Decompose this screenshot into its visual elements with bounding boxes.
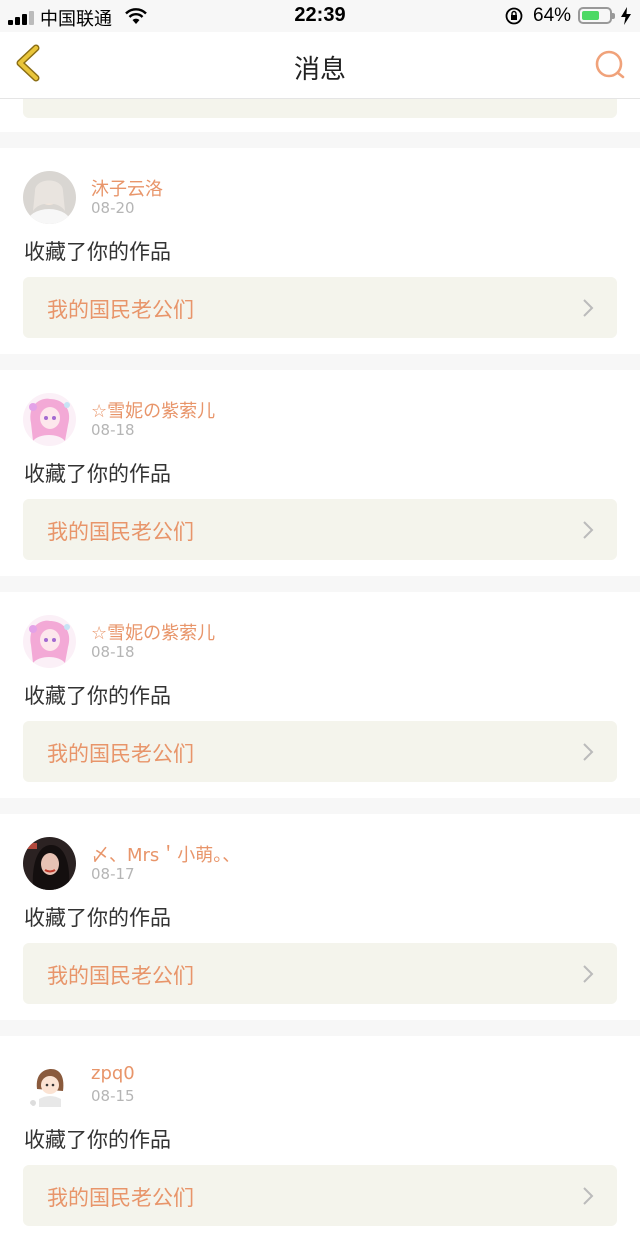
list-item-partial [0,99,640,132]
avatar[interactable] [23,615,76,668]
battery-percent: 64% [533,5,572,26]
charging-icon [621,7,631,25]
message-text: 收藏了你的作品 [24,906,171,930]
rotation-lock-icon [505,7,523,25]
work-title: 我的国民老公们 [47,1186,194,1210]
avatar[interactable] [23,837,76,890]
work-title: 我的国民老公们 [47,964,194,988]
work-title: 我的国民老公们 [47,298,194,322]
message-date: 08-15 [91,1087,135,1105]
user-name[interactable]: zpq0 [91,1063,135,1084]
user-name[interactable]: ☆雪妮の紫萦儿 [91,619,215,645]
work-card[interactable]: 我的国民老公们 [23,277,617,338]
message-date: 08-18 [91,643,135,661]
work-card[interactable]: 我的国民老公们 [23,1165,617,1226]
avatar[interactable] [23,393,76,446]
work-title: 我的国民老公们 [47,520,194,544]
chevron-right-icon [583,1187,594,1205]
message-date: 08-18 [91,421,135,439]
work-card[interactable]: 我的国民老公们 [23,943,617,1004]
chevron-right-icon [583,521,594,539]
chevron-right-icon [583,965,594,983]
message-list: 沐子云洛 08-20 收藏了你的作品 我的国民老公们 ☆雪妮の紫萦儿 08-18… [0,99,640,1242]
avatar[interactable] [23,171,76,224]
work-title: 我的国民老公们 [47,742,194,766]
message-item: ☆雪妮の紫萦儿 08-18 收藏了你的作品 我的国民老公们 [0,370,640,576]
message-text: 收藏了你的作品 [24,462,171,486]
search-icon[interactable] [590,46,630,86]
chevron-right-icon [583,299,594,317]
message-item: 沐子云洛 08-20 收藏了你的作品 我的国民老公们 [0,148,640,354]
nav-bar: 消息 [0,32,640,99]
user-name[interactable]: 沐子云洛 [91,175,163,201]
avatar[interactable] [23,1059,76,1112]
message-text: 收藏了你的作品 [24,240,171,264]
user-name[interactable]: ☆雪妮の紫萦儿 [91,397,215,423]
message-date: 08-17 [91,865,135,883]
work-card-partial[interactable] [23,99,617,118]
message-text: 收藏了你的作品 [24,684,171,708]
work-card[interactable]: 我的国民老公们 [23,721,617,782]
message-item: 〆、Mrs＇小萌。、 08-17 收藏了你的作品 我的国民老公们 [0,814,640,1020]
message-item: ☆雪妮の紫萦儿 08-18 收藏了你的作品 我的国民老公们 [0,592,640,798]
message-text: 收藏了你的作品 [24,1128,171,1152]
status-bar: 中国联通 22:39 64% [0,0,640,32]
user-name[interactable]: 〆、Mrs＇小萌。、 [91,841,240,867]
page-title: 消息 [293,55,346,85]
battery-icon [578,7,615,24]
work-card[interactable]: 我的国民老公们 [23,499,617,560]
message-date: 08-20 [91,199,135,217]
message-item: zpq0 08-15 收藏了你的作品 我的国民老公们 [0,1036,640,1242]
chevron-right-icon [583,743,594,761]
